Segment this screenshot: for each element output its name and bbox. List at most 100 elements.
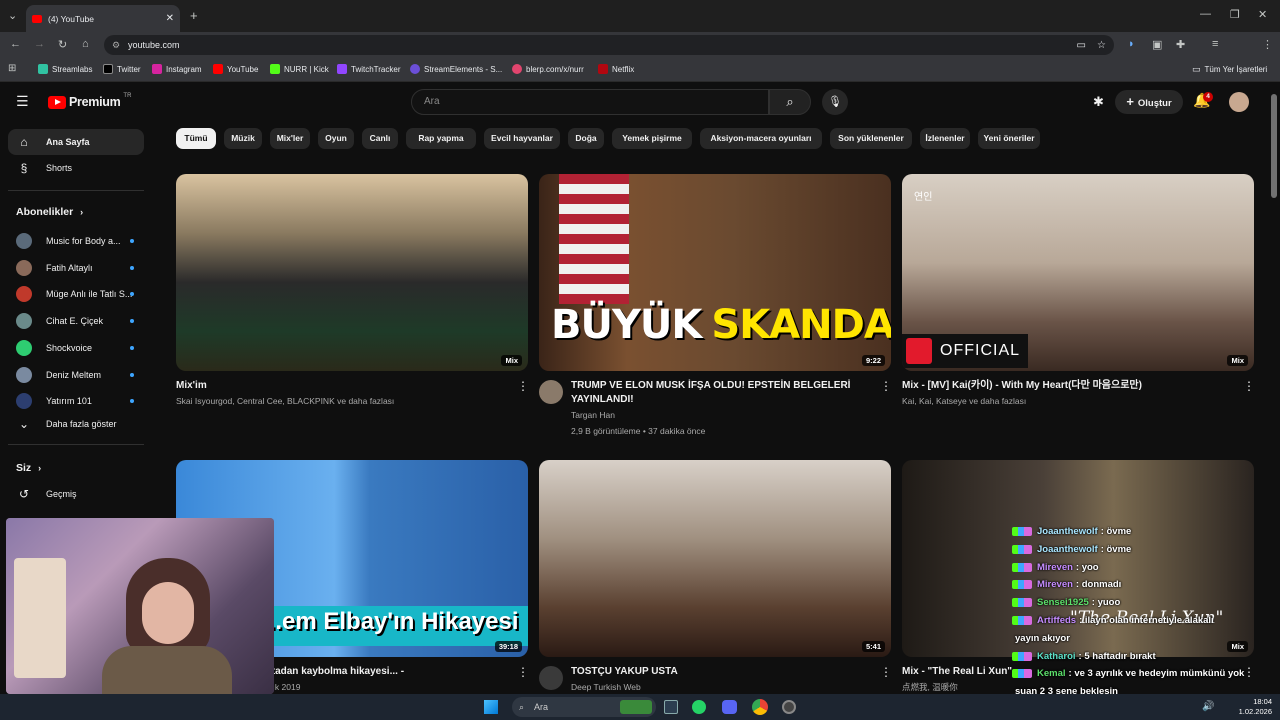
all-bookmarks-folder[interactable]: ▭ Tüm Yer İşaretleri	[1192, 64, 1267, 75]
video-menu-icon[interactable]: ⋮	[1243, 379, 1255, 393]
video-card[interactable]: BÜYÜKSKANDAL! 9:22 TRUMP VE ELON MUSK İFŞA…	[539, 174, 892, 436]
channel-name[interactable]: 点燃我, 温暖你	[902, 680, 958, 694]
filter-chip[interactable]: Yemek pişirme	[612, 128, 692, 149]
bookmark-blerp[interactable]: blerp.com/x/nurr	[512, 64, 584, 74]
sidebar-item-shorts[interactable]: § Shorts	[8, 155, 144, 181]
subscriptions-heading[interactable]: Abonelikler ›	[16, 206, 83, 218]
discord-icon[interactable]	[722, 700, 737, 714]
show-more-button[interactable]: ⌄ Daha fazla göster	[8, 411, 144, 437]
video-title[interactable]: TOSTÇU YAKUP USTA	[571, 665, 869, 679]
video-menu-icon[interactable]: ⋮	[880, 665, 892, 679]
tab-search-icon[interactable]: ⌄	[8, 9, 17, 22]
steam-icon[interactable]	[664, 700, 678, 714]
extensions-puzzle-icon[interactable]: ✚	[1176, 38, 1185, 51]
volume-icon[interactable]: 🔊	[1202, 701, 1214, 712]
channel-name[interactable]: Kai, Kai, Katseye ve daha fazlası	[902, 394, 1026, 408]
filter-chip[interactable]: Aksiyon-macera oyunları	[700, 128, 822, 149]
apps-grid-icon[interactable]: ⊞	[8, 63, 16, 74]
browser-menu-icon[interactable]: ⋮	[1262, 38, 1273, 51]
video-title[interactable]: TRUMP VE ELON MUSK İFŞA OLDU! EPSTEİN BE…	[571, 379, 869, 407]
reload-icon[interactable]: ↻	[58, 38, 67, 51]
video-title[interactable]: Mix'im	[176, 379, 506, 393]
bookmark-star-icon[interactable]: ☆	[1097, 40, 1106, 51]
bookmark-twitter[interactable]: Twitter	[103, 64, 141, 74]
taskbar-search[interactable]: ⌕ Ara	[512, 697, 656, 717]
filter-chip[interactable]: Rap yapma	[406, 128, 476, 149]
video-thumbnail[interactable]: Mix	[176, 174, 528, 371]
filter-chip[interactable]: Doğa	[568, 128, 604, 149]
bookmark-streamlabs[interactable]: Streamlabs	[38, 64, 92, 74]
filter-chip[interactable]: Canlı	[362, 128, 398, 149]
sidebar-item-home[interactable]: ⌂ Ana Sayfa	[8, 129, 144, 155]
media-icon[interactable]: ≡	[1212, 38, 1218, 50]
browser-tab[interactable]: (4) YouTube ✕	[26, 5, 180, 32]
voice-search-button[interactable]: 🎙	[822, 89, 848, 115]
bookmark-netflix[interactable]: Netflix	[598, 64, 634, 74]
video-menu-icon[interactable]: ⋮	[517, 379, 529, 393]
sidebar-item-history[interactable]: ↺ Geçmiş	[8, 481, 144, 507]
channel-avatar[interactable]	[539, 380, 563, 404]
sidebar-subscription-item[interactable]: Music for Body a...	[8, 228, 144, 254]
video-menu-icon[interactable]: ⋮	[880, 379, 892, 393]
obs-icon[interactable]	[782, 700, 796, 714]
channel-name[interactable]: Deep Turkish Web	[571, 680, 641, 694]
bookmark-kick[interactable]: NURR | Kick	[270, 64, 329, 74]
bookmark-twitchtracker[interactable]: TwitchTracker	[337, 64, 401, 74]
page-scrollbar[interactable]	[1271, 94, 1277, 198]
close-window-icon[interactable]: ✕	[1258, 8, 1267, 21]
chrome-icon[interactable]	[752, 699, 768, 715]
extension-icon[interactable]: ◗	[1128, 38, 1135, 50]
new-tab-icon[interactable]: +	[190, 8, 198, 23]
filter-chip[interactable]: Oyun	[318, 128, 354, 149]
back-icon[interactable]: ←	[10, 38, 21, 50]
bookmark-instagram[interactable]: Instagram	[152, 64, 202, 74]
address-bar[interactable]: ⚙ youtube.com ▭ ☆	[104, 35, 1114, 55]
sidebar-subscription-item[interactable]: Shockvoice	[8, 335, 144, 361]
video-menu-icon[interactable]: ⋮	[1243, 665, 1255, 679]
video-card[interactable]: OFFICIAL 연인 Mix Mix - [MV] Kai(카이) - With M…	[902, 174, 1255, 406]
video-thumbnail[interactable]: 5:41	[539, 460, 891, 657]
bookmark-streamelements[interactable]: StreamElements - S...	[410, 64, 502, 74]
sidebar-subscription-item[interactable]: Müge Anlı ile Tatlı S...	[8, 281, 144, 307]
video-menu-icon[interactable]: ⋮	[517, 665, 529, 679]
video-card[interactable]: 5:41 TOSTÇU YAKUP USTA Deep Turkish Web ⋮	[539, 460, 892, 692]
home-icon[interactable]: ⌂	[82, 38, 89, 50]
account-avatar[interactable]	[1229, 92, 1249, 112]
filter-chip[interactable]: Mix'ler	[270, 128, 310, 149]
video-thumbnail[interactable]: "The Real Li Xun" Mix	[902, 460, 1254, 657]
extension2-icon[interactable]: ▣	[1152, 38, 1162, 51]
cast-icon[interactable]: ▭	[1077, 40, 1086, 51]
minimize-icon[interactable]: —	[1200, 8, 1211, 20]
sidebar-subscription-item[interactable]: Fatih Altaylı	[8, 255, 144, 281]
video-title[interactable]: Mix - [MV] Kai(카이) - With My Heart(다만 마음…	[902, 379, 1232, 393]
channel-name[interactable]: Targan Han	[571, 408, 615, 422]
filter-chip[interactable]: Tümü	[176, 128, 216, 149]
sidebar-subscription-item[interactable]: Deniz Meltem	[8, 362, 144, 388]
forward-icon[interactable]: →	[34, 38, 45, 50]
channel-name[interactable]: Skai Isyourgod, Central Cee, BLACKPINK v…	[176, 394, 394, 408]
search-button[interactable]: ⌕	[769, 89, 811, 115]
filter-chip[interactable]: Müzik	[224, 128, 262, 149]
video-card[interactable]: Mix Mix'im Skai Isyourgod, Central Cee, BL…	[176, 174, 529, 406]
taskbar-clock[interactable]: 18:04 1.02.2026	[1226, 697, 1272, 717]
filter-chip[interactable]: Yeni öneriler	[978, 128, 1040, 149]
maximize-icon[interactable]: ❐	[1230, 8, 1240, 21]
filter-chip[interactable]: Evcil hayvanlar	[484, 128, 560, 149]
you-heading[interactable]: Siz ›	[16, 462, 41, 474]
filter-chip[interactable]: Son yüklenenler	[830, 128, 912, 149]
whatsapp-icon[interactable]	[692, 700, 706, 714]
sidebar-subscription-item[interactable]: Cihat E. Çiçek	[8, 308, 144, 334]
youtube-logo[interactable]: Premium TR	[48, 93, 131, 109]
bookmark-youtube[interactable]: YouTube	[213, 64, 258, 74]
site-info-icon[interactable]: ⚙	[112, 40, 120, 51]
close-tab-icon[interactable]: ✕	[166, 13, 174, 24]
hamburger-menu-icon[interactable]: ☰	[16, 93, 29, 110]
video-thumbnail[interactable]: OFFICIAL 연인 Mix	[902, 174, 1254, 371]
premium-gift-icon[interactable]: ✱	[1093, 94, 1104, 110]
windows-start-icon[interactable]	[484, 700, 498, 714]
channel-avatar[interactable]	[539, 666, 563, 690]
video-thumbnail[interactable]: BÜYÜKSKANDAL! 9:22	[539, 174, 891, 371]
create-button[interactable]: + Oluştur	[1115, 90, 1183, 114]
filter-chip[interactable]: İzlenenler	[920, 128, 970, 149]
search-input[interactable]: Ara	[411, 89, 769, 115]
